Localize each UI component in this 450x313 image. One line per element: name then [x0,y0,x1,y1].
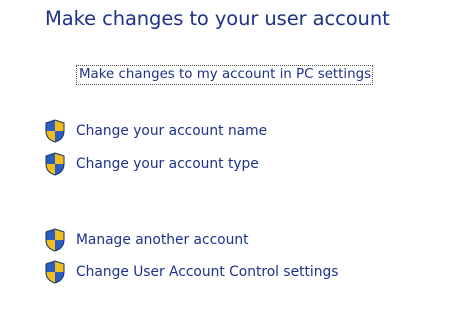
change-account-name-link[interactable]: Change your account name [44,119,267,143]
page-title: Make changes to your user account [45,7,390,30]
uac-shield-icon [45,152,65,176]
task-label: Change your account type [76,156,259,172]
manage-another-account-link[interactable]: Manage another account [44,228,249,252]
change-account-type-link[interactable]: Change your account type [44,152,259,176]
uac-shield-icon [45,260,65,284]
task-label: Change User Account Control settings [76,264,339,280]
uac-settings-link[interactable]: Change User Account Control settings [44,260,338,284]
uac-shield-icon [45,228,65,252]
task-label: Change your account name [76,123,268,139]
pc-settings-link[interactable]: Make changes to my account in PC setting… [75,65,374,85]
uac-shield-icon [45,119,65,143]
task-label: Manage another account [76,232,249,248]
